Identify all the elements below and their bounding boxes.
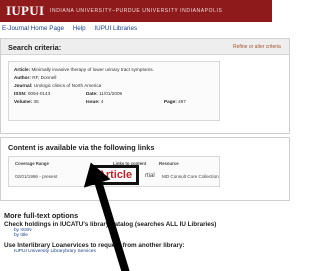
author-label: Author: bbox=[14, 75, 31, 80]
coverage-header: Coverage Range bbox=[15, 161, 49, 166]
ill-link[interactable]: Use Interlibrary Loan bbox=[4, 242, 67, 249]
iupui-library-link[interactable]: IUPUI University Library bbox=[14, 249, 65, 254]
nav-ejournal-home[interactable]: E-Journal Home Page bbox=[2, 25, 64, 32]
issn-value: 0094-0143 bbox=[27, 91, 51, 96]
ill-rest: ervices to request from another library: bbox=[67, 242, 185, 249]
iupui-logo[interactable]: IUPUI bbox=[6, 3, 44, 19]
author-value: RF, Donnell bbox=[32, 75, 57, 80]
more-options: More full-text options Check holdings in… bbox=[4, 211, 272, 254]
search-criteria-header: Search criteria: Refine or alter criteri… bbox=[1, 39, 289, 55]
issue-value: 4 bbox=[100, 99, 104, 104]
date-label: Date: bbox=[86, 91, 98, 96]
nav-help[interactable]: Help bbox=[73, 25, 86, 32]
journal-label: Journal: bbox=[14, 83, 33, 88]
nav-iupui-libraries[interactable]: IUPUI Libraries bbox=[94, 25, 137, 32]
article-label: Article: bbox=[14, 67, 31, 72]
more-options-heading: More full-text options bbox=[4, 211, 79, 220]
library-services-link[interactable]: brary Services bbox=[65, 249, 96, 254]
page-label: Page: bbox=[164, 99, 177, 104]
article-title: Minimally invasive therapy of lower urin… bbox=[31, 67, 154, 72]
search-criteria-panel: Search criteria: Refine or alter criteri… bbox=[0, 38, 290, 134]
resource-header: Resource bbox=[159, 161, 179, 166]
links-grid: Coverage Range Links to content Resource… bbox=[8, 156, 220, 187]
resource-value[interactable]: MD Consult Core Collection bbox=[162, 174, 219, 179]
content-links-panel: Content is available via the following l… bbox=[0, 137, 290, 201]
page-value: 497 bbox=[178, 99, 186, 104]
fulltext-partial[interactable]: rtial bbox=[145, 173, 155, 179]
date-value: 11/01/2009 bbox=[99, 91, 123, 96]
volume-value: 36 bbox=[33, 99, 39, 104]
check-holdings-rest: U's library catalog (searches ALL IU Lib… bbox=[78, 221, 217, 228]
header-bar: IUPUI INDIANA UNIVERSITY–PURDUE UNIVERSI… bbox=[0, 0, 272, 22]
content-links-title: Content is available via the following l… bbox=[8, 143, 155, 152]
issue-label: Issue: bbox=[86, 99, 100, 104]
top-nav: E-Journal Home Page Help IUPUI Libraries bbox=[2, 25, 144, 32]
check-holdings-link[interactable]: Check holdings in IUCAT bbox=[4, 221, 79, 228]
refine-criteria-link[interactable]: Refine or alter criteria bbox=[233, 44, 281, 50]
coverage-value: 02/01/1996 - present bbox=[15, 174, 58, 179]
journal-value: Urologic clinics of North America bbox=[33, 83, 102, 88]
citation-box: Article: Minimally invasive therapy of l… bbox=[8, 61, 220, 121]
by-title-link[interactable]: by title bbox=[14, 233, 272, 238]
university-name: INDIANA UNIVERSITY–PURDUE UNIVERSITY IND… bbox=[50, 8, 223, 14]
volume-label: Volume: bbox=[14, 99, 33, 104]
issn-label: ISSN: bbox=[14, 91, 27, 96]
search-criteria-title: Search criteria: bbox=[8, 43, 62, 52]
